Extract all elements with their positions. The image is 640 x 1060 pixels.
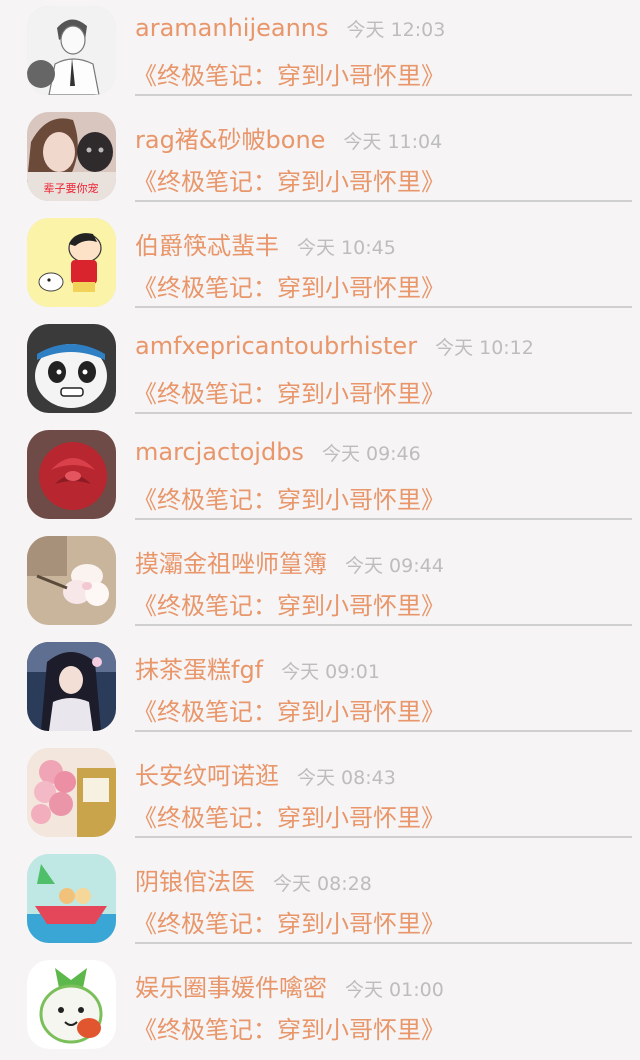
sender-name: amfxepricantoubrhister (135, 332, 418, 360)
divider (135, 624, 632, 626)
red-rose-avatar-icon (27, 430, 116, 519)
message-title: 《终极笔记：穿到小哥怀里》 (133, 698, 445, 726)
cartoon-fruit-avatar-icon (27, 960, 116, 1049)
message-row[interactable]: marcjactojdbs 今天 09:46 《终极笔记：穿到小哥怀里》 (0, 424, 640, 530)
girl-cat-avatar-icon: 辈子要你宠 (27, 112, 116, 201)
panda-avatar-icon (27, 324, 116, 413)
sender-name: rag褚&砂帔bone (135, 126, 326, 154)
avatar[interactable] (27, 6, 116, 95)
message-title: 《终极笔记：穿到小哥怀里》 (133, 486, 445, 514)
avatar[interactable] (27, 642, 116, 731)
message-row[interactable]: 摸灞金祖唑师篁簿 今天 09:44 《终极笔记：穿到小哥怀里》 (0, 530, 640, 636)
divider (135, 836, 632, 838)
timestamp: 今天 09:46 (321, 443, 421, 465)
timestamp: 今天 11:04 (343, 131, 443, 153)
white-flower-avatar-icon (27, 536, 116, 625)
sender-name: 伯爵筷忒蜚丰 (135, 232, 279, 260)
sender-name: 长安纹呵诺逛 (135, 762, 279, 790)
message-title: 《终极笔记：穿到小哥怀里》 (133, 910, 445, 938)
divider (135, 306, 632, 308)
crayon-boy-avatar-icon (27, 218, 116, 307)
timestamp: 今天 09:44 (345, 555, 444, 577)
message-row[interactable]: 娱乐圈事媛件噙密 今天 01:00 《终极笔记：穿到小哥怀里》 (0, 954, 640, 1060)
avatar-caption: 辈子要你宠 (44, 181, 99, 195)
timestamp: 今天 12:03 (346, 19, 446, 41)
sender-name: 摸灞金祖唑师篁簿 (135, 550, 327, 578)
divider (135, 518, 632, 520)
pink-balloons-avatar-icon (27, 748, 116, 837)
divider (135, 412, 632, 414)
message-list: aramanhijeanns 今天 12:03 《终极笔记：穿到小哥怀里》 辈子… (0, 0, 640, 1049)
avatar[interactable] (27, 536, 116, 625)
message-title: 《终极笔记：穿到小哥怀里》 (133, 804, 445, 832)
message-title: 《终极笔记：穿到小哥怀里》 (133, 274, 445, 302)
sender-name: aramanhijeanns (135, 14, 329, 42)
message-row[interactable]: 阴锒倌法医 今天 08:28 《终极笔记：穿到小哥怀里》 (0, 848, 640, 954)
message-title: 《终极笔记：穿到小哥怀里》 (133, 62, 445, 90)
message-title: 《终极笔记：穿到小哥怀里》 (133, 380, 445, 408)
avatar[interactable] (27, 430, 116, 519)
anime-girl-avatar-icon (27, 642, 116, 731)
message-title: 《终极笔记：穿到小哥怀里》 (133, 592, 445, 620)
timestamp: 今天 10:12 (435, 337, 534, 359)
sketch-man-avatar-icon (27, 6, 116, 95)
avatar[interactable] (27, 748, 116, 837)
message-row[interactable]: 抹茶蛋糕fgf 今天 09:01 《终极笔记：穿到小哥怀里》 (0, 636, 640, 742)
message-row[interactable]: 辈子要你宠 rag褚&砂帔bone 今天 11:04 《终极笔记：穿到小哥怀里》 (0, 106, 640, 212)
timestamp: 今天 09:01 (281, 661, 380, 683)
timestamp: 今天 01:00 (345, 979, 444, 1001)
message-title: 《终极笔记：穿到小哥怀里》 (133, 1016, 445, 1044)
avatar[interactable]: 辈子要你宠 (27, 112, 116, 201)
message-row[interactable]: 伯爵筷忒蜚丰 今天 10:45 《终极笔记：穿到小哥怀里》 (0, 212, 640, 318)
avatar[interactable] (27, 324, 116, 413)
timestamp: 今天 08:28 (273, 873, 372, 895)
sender-name: marcjactojdbs (135, 438, 304, 466)
boat-cartoon-avatar-icon (27, 854, 116, 943)
timestamp: 今天 08:43 (297, 767, 396, 789)
message-row[interactable]: aramanhijeanns 今天 12:03 《终极笔记：穿到小哥怀里》 (0, 0, 640, 106)
message-title: 《终极笔记：穿到小哥怀里》 (133, 168, 445, 196)
avatar[interactable] (27, 218, 116, 307)
message-row[interactable]: amfxepricantoubrhister 今天 10:12 《终极笔记：穿到… (0, 318, 640, 424)
message-row[interactable]: 长安纹呵诺逛 今天 08:43 《终极笔记：穿到小哥怀里》 (0, 742, 640, 848)
sender-name: 阴锒倌法医 (135, 868, 255, 896)
timestamp: 今天 10:45 (297, 237, 396, 259)
avatar[interactable] (27, 854, 116, 943)
sender-name: 抹茶蛋糕fgf (135, 656, 264, 684)
divider (135, 200, 632, 202)
divider (135, 942, 632, 944)
divider (135, 94, 632, 96)
divider (135, 730, 632, 732)
avatar[interactable] (27, 960, 116, 1049)
sender-name: 娱乐圈事媛件噙密 (135, 974, 327, 1002)
